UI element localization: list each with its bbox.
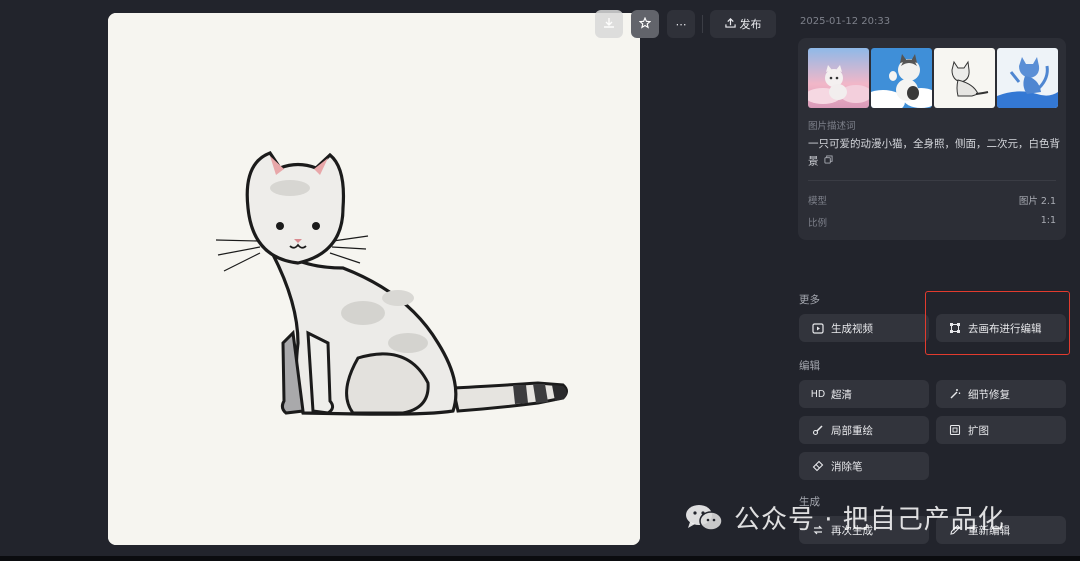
edit-section-title: 编辑 <box>799 360 820 372</box>
download-icon <box>603 17 615 32</box>
inpaint-button[interactable]: 局部重绘 <box>799 416 929 444</box>
expand-icon <box>948 423 962 437</box>
model-value: 图片 2.1 <box>1018 196 1056 207</box>
description-label: 图片描述词 <box>808 121 856 132</box>
edit-on-canvas-button[interactable]: 去画布进行编辑 <box>936 314 1066 342</box>
bottom-edge <box>0 556 1080 561</box>
thumbnail-strip <box>808 48 1058 108</box>
description-value: 一只可爱的动漫小猫，全身照，侧面，二次元，白色背景 <box>808 138 1060 168</box>
wechat-logo-icon <box>684 503 724 533</box>
magic-wand-icon <box>948 387 962 401</box>
upload-icon <box>724 17 736 31</box>
generate-video-label: 生成视频 <box>831 322 873 335</box>
detail-repair-button[interactable]: 细节修复 <box>936 380 1066 408</box>
generate-video-button[interactable]: 生成视频 <box>799 314 929 342</box>
edit-on-canvas-label: 去画布进行编辑 <box>968 322 1042 335</box>
toolbar-divider <box>702 15 703 33</box>
thumbnail-4[interactable] <box>997 48 1058 108</box>
thumbnail-3[interactable] <box>934 48 995 108</box>
upscale-label: 超清 <box>831 388 852 401</box>
more-options-button[interactable]: ⋯ <box>667 10 695 38</box>
publish-label: 发布 <box>739 18 762 31</box>
ratio-value: 1:1 <box>1040 215 1056 226</box>
description-text: 一只可爱的动漫小猫，全身照，侧面，二次元，白色背景 <box>808 136 1060 171</box>
publish-button[interactable]: 发布 <box>710 10 776 38</box>
info-divider <box>808 180 1056 181</box>
canvas-icon <box>948 321 962 335</box>
eraser-button[interactable]: 消除笔 <box>799 452 929 480</box>
outpaint-button[interactable]: 扩图 <box>936 416 1066 444</box>
info-card: 图片描述词 一只可爱的动漫小猫，全身照，侧面，二次元，白色背景 模型 图片 2.… <box>798 38 1066 240</box>
more-section-title: 更多 <box>799 294 820 306</box>
video-icon <box>811 321 825 335</box>
left-strip <box>0 0 96 556</box>
cat-illustration <box>108 13 640 545</box>
thumbnail-1[interactable] <box>808 48 869 108</box>
eraser-icon <box>811 459 825 473</box>
eraser-label: 消除笔 <box>831 460 863 473</box>
upscale-button[interactable]: HD 超清 <box>799 380 929 408</box>
model-label: 模型 <box>808 196 828 207</box>
app-window: ⋯ 发布 2025-01-12 20:33 图片描述词 一只可爱的动漫小猫，全身… <box>0 0 1080 556</box>
thumbnail-2[interactable] <box>871 48 932 108</box>
favorite-button[interactable] <box>631 10 659 38</box>
generated-image[interactable] <box>108 13 640 545</box>
watermark: 公众号 · 把自己产品化 <box>684 499 1005 536</box>
star-icon <box>638 16 652 32</box>
download-button[interactable] <box>595 10 623 38</box>
inpaint-label: 局部重绘 <box>831 424 873 437</box>
created-timestamp: 2025-01-12 20:33 <box>800 16 891 27</box>
watermark-text: 公众号 · 把自己产品化 <box>734 505 1005 535</box>
brush-icon <box>811 423 825 437</box>
hd-icon: HD <box>810 388 826 400</box>
copy-icon[interactable] <box>824 153 833 170</box>
outpaint-label: 扩图 <box>968 424 989 437</box>
detail-repair-label: 细节修复 <box>968 388 1010 401</box>
more-icon: ⋯ <box>675 17 687 31</box>
ratio-label: 比例 <box>808 218 828 229</box>
